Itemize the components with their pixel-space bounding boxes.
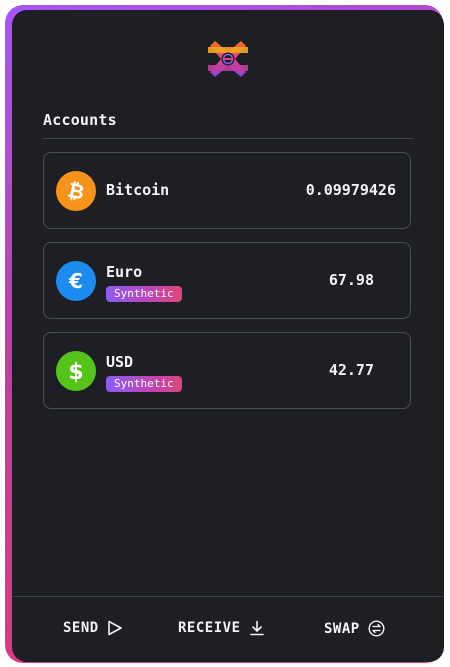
send-icon: [107, 620, 122, 636]
svg-text:€: €: [68, 269, 83, 293]
synthetic-badge: Synthetic: [106, 286, 182, 302]
wallet-panel: Accounts ₿ Bitcoin 0.09979426 € Euro Syn…: [12, 10, 444, 662]
accounts-divider: [43, 138, 413, 139]
account-name: Euro: [106, 263, 143, 281]
account-balance: 42.77: [328, 361, 374, 379]
account-balance: 0.09979426: [305, 181, 396, 199]
account-name: Bitcoin: [106, 181, 170, 199]
account-card-usd[interactable]: $ USD Synthetic 42.77: [43, 332, 411, 409]
synthetic-badge: Synthetic: [106, 376, 182, 392]
svg-text:$: $: [68, 360, 83, 383]
send-label: SEND: [63, 620, 99, 636]
account-name: USD: [106, 353, 134, 371]
accounts-heading: Accounts: [43, 111, 117, 129]
account-card-euro[interactable]: € Euro Synthetic 67.98: [43, 242, 411, 319]
swap-label: SWAP: [324, 620, 360, 637]
receive-button[interactable]: RECEIVE: [178, 620, 265, 636]
swap-button[interactable]: SWAP: [324, 620, 385, 637]
download-icon: [249, 620, 264, 636]
account-balance: 67.98: [328, 271, 374, 289]
send-button[interactable]: SEND: [63, 620, 123, 636]
euro-icon: €: [56, 261, 96, 301]
dollar-icon: $: [56, 351, 96, 391]
receive-label: RECEIVE: [178, 620, 241, 636]
account-card-bitcoin[interactable]: ₿ Bitcoin 0.09979426: [43, 152, 411, 229]
action-bar: SEND RECEIVE SWAP: [12, 597, 444, 662]
app-logo-icon: [208, 41, 248, 77]
svg-text:₿: ₿: [66, 179, 87, 203]
swap-icon: [368, 620, 385, 637]
bitcoin-icon: ₿: [56, 171, 96, 211]
